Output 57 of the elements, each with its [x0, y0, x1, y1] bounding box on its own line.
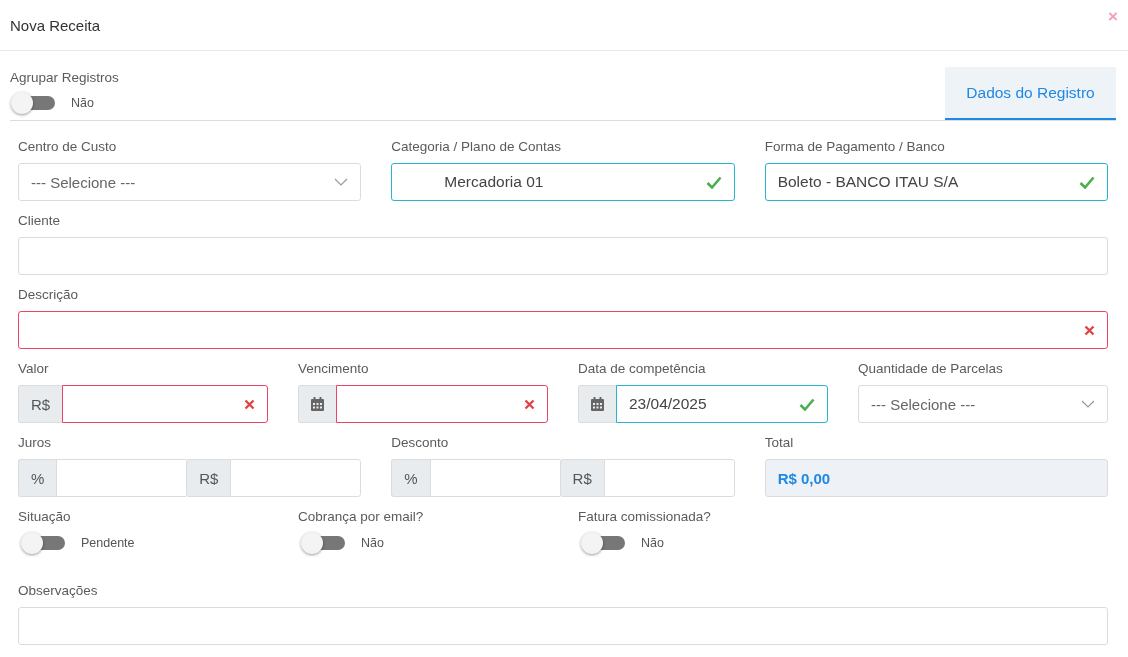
field-label: Descrição	[18, 287, 80, 302]
toggle-switch[interactable]	[10, 91, 56, 115]
total-field: R$ 0,00	[764, 459, 1108, 497]
check-icon	[705, 175, 722, 189]
chevron-down-icon	[1081, 400, 1095, 408]
field-label: Data de competência	[578, 361, 707, 376]
select-field[interactable]: --- Selecione ---	[858, 385, 1108, 423]
input-field[interactable]	[62, 385, 268, 423]
toggle-state-text: Não	[71, 96, 94, 110]
calendar-icon	[591, 397, 604, 411]
input-field[interactable]: Mercadoria 01	[391, 163, 735, 201]
field-label: Centro de Custo	[18, 139, 118, 154]
field-label: Juros	[18, 435, 52, 450]
toggle-switch[interactable]	[20, 531, 66, 555]
input-value: Boleto - BANCO ITAU S/A	[777, 173, 959, 191]
field-label: Agrupar Registros	[10, 70, 119, 85]
toggle-state-text: Não	[361, 536, 384, 550]
field-label: Forma de Pagamento / Banco	[764, 139, 946, 154]
input-value: Mercadoria 01	[444, 173, 544, 191]
tab[interactable]: Dados do Registro	[945, 67, 1116, 120]
field-label: Cliente	[18, 213, 62, 228]
dialog-title: Nova Receita	[10, 16, 101, 34]
notes-field[interactable]	[18, 607, 1108, 645]
error-x-icon	[524, 398, 535, 410]
input-addon: R$	[186, 459, 231, 497]
field-label: Fatura comissionada?	[578, 509, 712, 524]
input-addon: R$	[18, 385, 63, 423]
toggle-switch[interactable]	[300, 531, 346, 555]
input-addon: R$	[559, 459, 604, 497]
field-label: Quantidade de Parcelas	[858, 361, 1004, 376]
input-addon: %	[18, 459, 57, 497]
check-icon	[1079, 175, 1095, 189]
field-label: Vencimento	[298, 361, 370, 376]
field-label: Categoria / Plano de Contas	[391, 139, 562, 154]
field-label: Total	[764, 435, 795, 450]
select-placeholder: --- Selecione ---	[871, 395, 976, 413]
error-x-icon	[244, 398, 255, 410]
field-label: Situação	[18, 509, 72, 524]
calendar-icon	[311, 397, 324, 411]
input-field[interactable]	[336, 385, 548, 423]
input-value: 23/04/2025	[629, 395, 707, 413]
toggle-state-text: Não	[641, 536, 664, 550]
field-label: Cobrança por email?	[298, 509, 425, 524]
input-field[interactable]: Boleto - BANCO ITAU S/A	[764, 163, 1108, 201]
error-x-icon	[1084, 324, 1095, 336]
input-addon: %	[391, 459, 430, 497]
chevron-down-icon	[334, 178, 349, 186]
input-field[interactable]: 23/04/2025	[616, 385, 828, 423]
toggle-switch[interactable]	[580, 531, 626, 555]
check-icon	[799, 397, 815, 411]
select-field[interactable]: --- Selecione ---	[18, 163, 362, 201]
select-placeholder: --- Selecione ---	[31, 173, 136, 191]
field-label: Valor	[18, 361, 50, 376]
field-label: Observações	[18, 583, 99, 598]
input-field[interactable]	[18, 311, 1108, 349]
toggle-state-text: Pendente	[81, 536, 135, 550]
field-label: Desconto	[391, 435, 450, 450]
